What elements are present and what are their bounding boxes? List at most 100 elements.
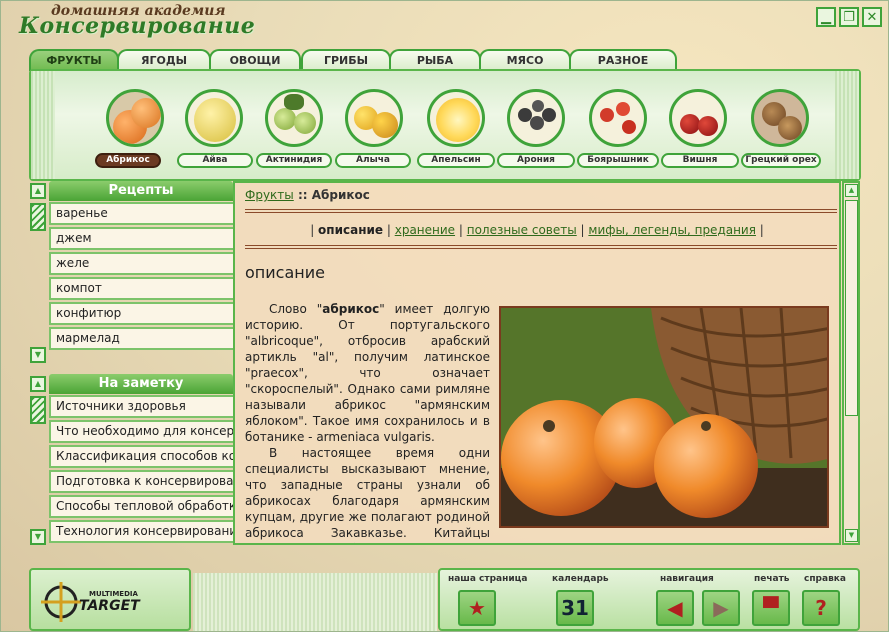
note-item[interactable]: Способы тепловой обработки — [49, 495, 233, 518]
logo-main-text: TARGET — [79, 598, 140, 614]
recipe-item[interactable]: варенье — [49, 202, 233, 225]
fruit-label-actinidia[interactable]: Актинидия — [256, 153, 332, 168]
apricot-photo — [499, 306, 829, 528]
calendar-label: календарь — [552, 574, 609, 584]
fruit-label-aronia[interactable]: Арония — [497, 153, 575, 168]
scroll-thumb[interactable] — [845, 200, 858, 416]
app-window: домашняя академия Консервирование ▁ ❐ ✕ … — [0, 0, 889, 632]
fruit-image-apricot[interactable] — [106, 89, 164, 147]
article-text: Слово "абрикос" имеет долгую историю. От… — [245, 301, 491, 543]
help-icon: ? — [815, 596, 827, 620]
article-pane: Фрукты :: Абрикос | описание | хранение … — [233, 181, 841, 545]
back-button[interactable]: ◀ — [656, 590, 694, 626]
recipe-item[interactable]: конфитюр — [49, 302, 233, 325]
fruit-label-hawthorn[interactable]: Боярышник — [577, 153, 659, 168]
breadcrumb-current: Абрикос — [311, 188, 370, 202]
notes-header: На заметку — [49, 374, 233, 394]
fruit-label-orange[interactable]: Апельсин — [417, 153, 495, 168]
strip-scroll-left[interactable] — [31, 71, 55, 179]
home-page-button[interactable]: ★ — [458, 590, 496, 626]
notes-scroll-thumb[interactable] — [30, 396, 46, 424]
minimize-icon: ▁ — [821, 9, 831, 25]
maximize-button[interactable]: ❐ — [839, 7, 859, 27]
calendar-button[interactable]: 31 — [556, 590, 594, 626]
up-arrow-icon: ▲ — [34, 186, 42, 195]
note-item[interactable]: Источники здоровья — [49, 395, 233, 418]
fruit-strip: Абрикос Айва Актинидия Алыча Апельсин Ар… — [29, 69, 861, 181]
back-arrow-icon: ◀ — [667, 596, 683, 620]
fruit-label-quince[interactable]: Айва — [177, 153, 253, 168]
window-controls: ▁ ❐ ✕ — [816, 7, 882, 27]
tab-fruits[interactable]: ФРУКТЫ — [29, 49, 119, 71]
tab-mushrooms[interactable]: ГРИБЫ — [301, 49, 391, 71]
fruit-label-apricot[interactable]: Абрикос — [95, 153, 161, 168]
subnav-link-tips[interactable]: полезные советы — [467, 223, 577, 237]
note-item[interactable]: Технология консервирования — [49, 520, 233, 543]
breadcrumb: Фрукты :: Абрикос — [245, 188, 370, 202]
recipe-item[interactable]: мармелад — [49, 327, 233, 350]
fruit-image-cherry[interactable] — [669, 89, 727, 147]
recipes-scroll-thumb[interactable] — [30, 203, 46, 231]
home-page-label: наша страница — [448, 574, 528, 584]
tab-vegetables[interactable]: ОВОЩИ — [209, 49, 301, 71]
strip-scroll-right[interactable] — [835, 71, 859, 179]
fruit-label-walnut[interactable]: Грецкий орех — [741, 153, 821, 168]
scroll-up-button[interactable]: ▲ — [845, 184, 858, 197]
target-logo-icon — [41, 582, 81, 622]
tab-misc[interactable]: РАЗНОЕ — [569, 49, 677, 71]
notes-scroll-down[interactable]: ▼ — [30, 529, 46, 545]
breadcrumb-link[interactable]: Фрукты — [245, 188, 294, 202]
footer-toolbar: наша страница ★ календарь 31 навигация ◀… — [438, 568, 860, 631]
fruit-image-cherry-plum[interactable] — [345, 89, 403, 147]
print-icon: ▀ — [763, 596, 779, 620]
subnav-link-storage[interactable]: хранение — [395, 223, 455, 237]
subnav-link-myths[interactable]: мифы, легенды, предания — [588, 223, 756, 237]
recipes-header: Рецепты — [49, 181, 233, 201]
scroll-down-button[interactable]: ▼ — [845, 529, 858, 542]
divider — [245, 209, 837, 213]
forward-button[interactable]: ▶ — [702, 590, 740, 626]
fruit-image-aronia[interactable] — [507, 89, 565, 147]
recipe-item[interactable]: компот — [49, 277, 233, 300]
tab-berries[interactable]: ЯГОДЫ — [117, 49, 211, 71]
fruit-image-walnut[interactable] — [751, 89, 809, 147]
tab-fish[interactable]: РЫБА — [389, 49, 481, 71]
minimize-button[interactable]: ▁ — [816, 7, 836, 27]
recipe-item[interactable]: джем — [49, 227, 233, 250]
breadcrumb-separator: :: — [297, 188, 308, 202]
recipes-scroll-up[interactable]: ▲ — [30, 183, 46, 199]
article-paragraph: Слово "абрикос" имеет долгую историю. От… — [245, 302, 491, 444]
fruit-image-orange[interactable] — [427, 89, 485, 147]
star-icon: ★ — [468, 596, 486, 620]
recipes-list: варенье джем желе компот конфитюр мармел… — [49, 202, 233, 352]
note-item[interactable]: Что необходимо для консервирования — [49, 420, 233, 443]
section-title: описание — [245, 263, 325, 282]
close-icon: ✕ — [866, 9, 878, 25]
down-arrow-icon: ▼ — [848, 531, 855, 539]
fruit-label-cherry-plum[interactable]: Алыча — [335, 153, 411, 168]
down-arrow-icon: ▼ — [34, 532, 42, 541]
calendar-icon: 31 — [561, 596, 589, 620]
fruit-image-hawthorn[interactable] — [589, 89, 647, 147]
publisher-logo: MULTIMEDIA TARGET — [29, 568, 191, 631]
help-label: справка — [804, 574, 846, 584]
print-button[interactable]: ▀ — [752, 590, 790, 626]
down-arrow-icon: ▼ — [34, 350, 42, 359]
tab-meat[interactable]: МЯСО — [479, 49, 571, 71]
notes-scroll-up[interactable]: ▲ — [30, 376, 46, 392]
close-button[interactable]: ✕ — [862, 7, 882, 27]
divider — [245, 245, 837, 249]
article-scrollbar[interactable]: ▲ ▼ — [842, 181, 860, 545]
note-item[interactable]: Подготовка к консервированию — [49, 470, 233, 493]
logo-small-text: MULTIMEDIA — [89, 590, 138, 598]
fruit-image-quince[interactable] — [185, 89, 243, 147]
fruit-image-actinidia[interactable] — [265, 89, 323, 147]
recipes-scroll-down[interactable]: ▼ — [30, 347, 46, 363]
article-subnav: | описание | хранение | полезные советы … — [310, 223, 764, 237]
note-item[interactable]: Классификация способов консервирования — [49, 445, 233, 468]
print-label: печать — [754, 574, 790, 584]
fruit-label-cherry[interactable]: Вишня — [661, 153, 739, 168]
recipe-item[interactable]: желе — [49, 252, 233, 275]
help-button[interactable]: ? — [802, 590, 840, 626]
subnav-active: описание — [318, 223, 384, 237]
